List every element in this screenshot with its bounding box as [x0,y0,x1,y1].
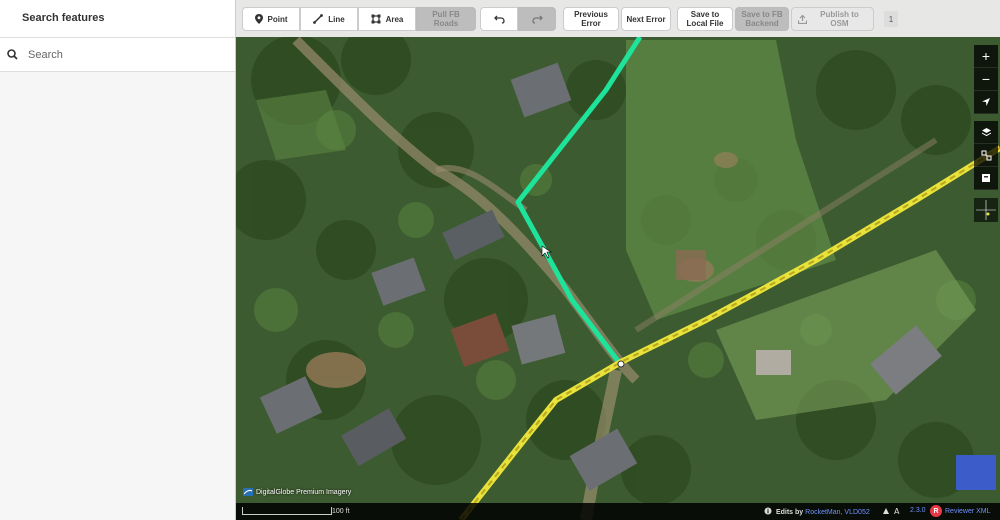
line-label: Line [328,14,345,24]
area-icon [371,14,381,24]
layers-icon[interactable] [974,121,998,144]
reviewer-xml[interactable]: R Reviewer XML [930,505,991,517]
line-icon [313,14,324,24]
redo-button[interactable] [518,7,556,31]
save-fb-button[interactable]: Save to FB Backend [735,7,789,31]
publish-group: Publish to OSM [791,7,874,31]
issues-icon[interactable] [974,167,998,190]
upload-icon [798,14,807,24]
sidebar-title: Search features [0,0,235,38]
zoom-in-icon[interactable]: + [974,45,998,68]
next-error-label: Next Error [626,14,666,24]
add-area-button[interactable]: Area [358,7,416,31]
feature-search[interactable] [0,38,235,72]
map-canvas[interactable]: DigitalGlobe Premium Imagery + − [236,0,1000,520]
map-data-icon[interactable] [974,144,998,167]
app-root: Search features Search DigitalGlobe Prem… [0,0,1000,520]
pull-fb-roads-label: Pull FB Roads [432,10,460,28]
zoom-controls: + − [974,45,998,114]
version-link[interactable]: 2.3.0 [910,507,926,514]
undo-icon [493,15,505,24]
previous-error-label: Previous Error [574,10,608,28]
previous-error-button[interactable]: Previous Error [563,7,619,31]
imagery-attribution: DigitalGlobe Premium Imagery [243,488,351,496]
scale-label: 100 ft [332,508,350,515]
minimap-toggle[interactable] [974,198,998,222]
svg-text:A: A [894,507,900,516]
undo-button[interactable] [480,7,518,31]
geolocate-icon[interactable] [974,91,998,114]
footer-bar: 100 ft Edits by RocketMan, VLD052 A 2.3.… [236,503,1000,520]
edits-by: Edits by RocketMan, VLD052 [764,507,870,516]
point-icon [254,14,263,24]
save-local-button[interactable]: Save to Local File [677,7,733,31]
history-buttons [480,7,556,31]
redo-icon [531,15,543,24]
attribution-text: DigitalGlobe Premium Imagery [256,488,352,496]
help-icon[interactable]: A [882,506,906,518]
save-buttons: Save to Local File Save to FB Backend [677,7,789,31]
panel-controls [974,121,998,190]
add-point-button[interactable]: Point [242,7,300,31]
digitalglobe-logo-icon [243,488,253,496]
minimap-icon [976,200,996,220]
search-input[interactable] [28,48,228,61]
satellite-imagery [236,0,1000,520]
reviewer-badge-icon: R [930,505,942,517]
info-icon [764,507,772,515]
top-toolbar: Point Line Area Pull FB Roads Previous E… [236,0,1000,37]
add-line-button[interactable]: Line [300,7,358,31]
reviewer-label: Reviewer XML [945,507,991,515]
edits-prefix: Edits by [775,509,804,516]
next-error-button[interactable]: Next Error [621,7,671,31]
sidebar: Search features [0,0,236,520]
scale-bar [242,507,332,515]
publish-label: Publish to OSM [820,10,859,28]
zoom-out-icon[interactable]: − [974,68,998,91]
publish-osm-button[interactable]: Publish to OSM [791,7,874,31]
edit-count-badge: 1 [884,11,898,27]
error-nav-buttons: Previous Error Next Error [563,7,671,31]
mode-buttons: Point Line Area Pull FB Roads [242,7,476,31]
search-icon [6,48,20,62]
save-fb-label: Save to FB Backend [741,10,783,28]
point-label: Point [267,14,288,24]
save-local-label: Save to Local File [686,10,724,28]
edits-users-link[interactable]: RocketMan, VLD052 [805,509,870,516]
area-label: Area [385,14,404,24]
pull-fb-roads-button[interactable]: Pull FB Roads [416,7,476,31]
